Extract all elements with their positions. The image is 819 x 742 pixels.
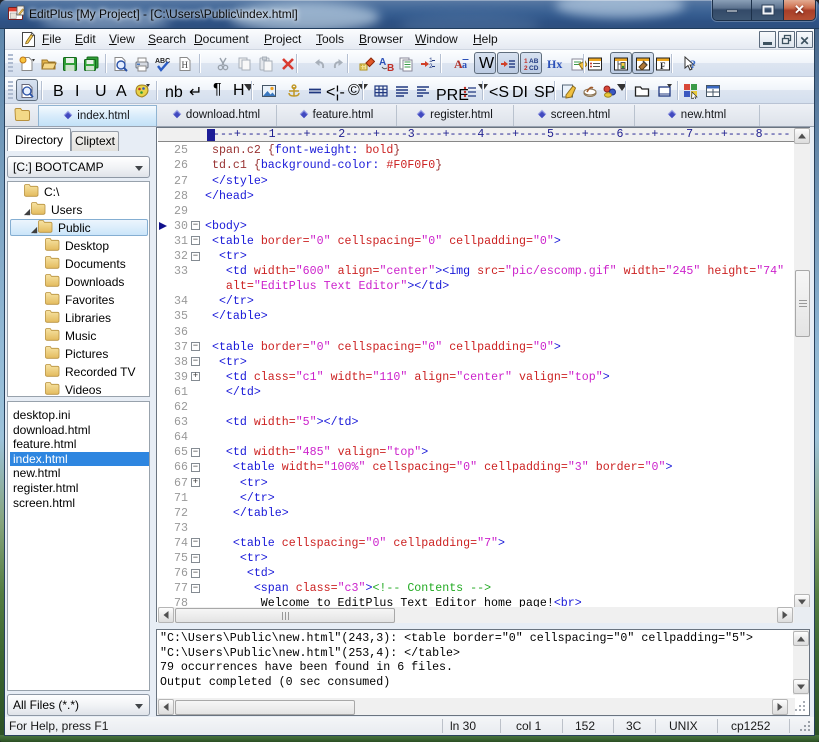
svg-text:ABC: ABC — [155, 58, 170, 65]
svg-text:A: A — [379, 57, 386, 68]
svg-text:H: H — [182, 60, 189, 70]
svg-text:2: 2 — [524, 65, 528, 72]
svg-text:B: B — [387, 63, 394, 72]
svg-text:AB: AB — [529, 58, 539, 65]
svg-text:?: ? — [690, 57, 696, 71]
svg-text:CD: CD — [529, 65, 539, 72]
svg-text:F: F — [660, 61, 666, 71]
svg-text:a: a — [462, 60, 467, 71]
svg-text:Hx: Hx — [547, 57, 562, 71]
svg-text:1: 1 — [524, 58, 528, 65]
